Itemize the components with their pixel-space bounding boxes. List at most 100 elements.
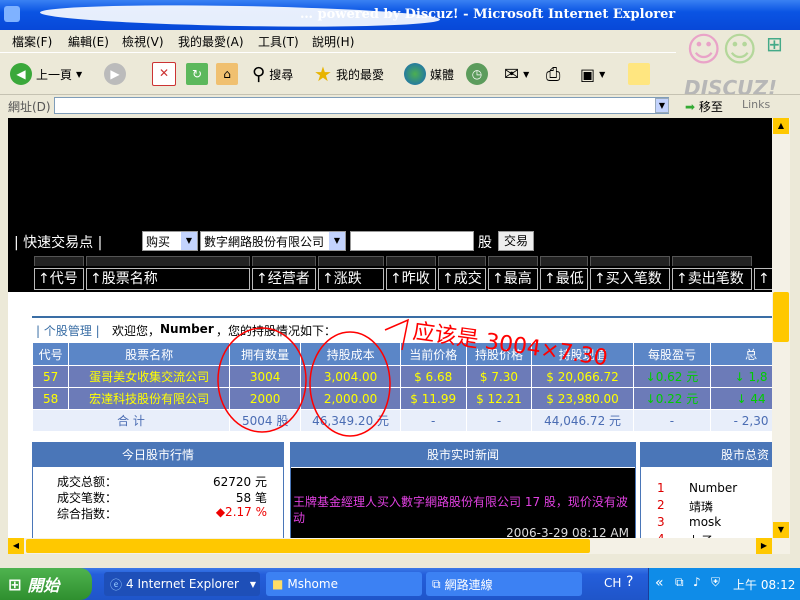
chevron-down-icon[interactable]: ▼	[655, 98, 669, 113]
quick-trade-label: | 快速交易点 |	[14, 235, 103, 251]
start-button[interactable]: ⊞ 開始	[0, 568, 92, 600]
col-change[interactable]: ↑涨跌	[318, 268, 384, 290]
menu-tools[interactable]: 工具(T)	[258, 33, 299, 50]
scroll-right-icon[interactable]: ▶	[756, 538, 772, 554]
chevron-down-icon: ▼	[523, 69, 530, 79]
menu-edit[interactable]: 編輯(E)	[68, 33, 109, 50]
search-button[interactable]: ⚲ 搜尋	[252, 61, 293, 87]
task-label: 網路連線	[444, 577, 493, 592]
col-prev-close[interactable]: ↑昨收	[386, 268, 436, 290]
network-tray-icon[interactable]: ⧉	[675, 575, 684, 590]
col-high[interactable]: ↑最高	[488, 268, 538, 290]
links-button[interactable]: Links	[742, 98, 770, 111]
go-button[interactable]: ➡ 移至	[685, 98, 723, 115]
menu-view[interactable]: 檢視(V)	[122, 33, 164, 50]
rank-name[interactable]: Number	[689, 481, 737, 495]
toolbar: ◀ 上一頁 ▼ ▶ ✕ ↻ ⌂ ⚲ 搜尋 ★ 我的最愛 媒體 ◷ ✉ ▼ ⎙ ▣ ▼	[0, 52, 676, 95]
scroll-thumb[interactable]	[26, 539, 590, 553]
menu-file[interactable]: 檔案(F)	[12, 33, 52, 50]
status-bar	[0, 554, 800, 568]
start-label: 開始	[27, 576, 60, 595]
forward-button[interactable]: ▶	[104, 61, 126, 87]
stock-select[interactable]: 數字網路股份有限公司 ▼	[200, 231, 346, 251]
help-icon[interactable]: ?	[626, 574, 633, 590]
forward-arrow-icon: ▶	[104, 63, 126, 85]
table-row[interactable]: 57 蛋哥美女收集交流公司 3004 3,004.00 $ 6.68 $ 7.3…	[31, 365, 772, 388]
scroll-up-icon[interactable]: ▲	[773, 118, 789, 134]
star-icon: ★	[314, 62, 332, 86]
cell-name[interactable]: 宏達科技股份有限公司	[68, 387, 230, 410]
col-more[interactable]: ↑	[754, 268, 772, 290]
print-button[interactable]: ⎙	[546, 61, 560, 87]
greeting-text: 欢迎您，	[112, 324, 161, 338]
total-label: 合 计	[32, 409, 230, 432]
security-icon[interactable]: ⛨	[711, 575, 720, 590]
stock-select-value: 數字網路股份有限公司	[204, 234, 325, 249]
trade-action-value: 购买	[146, 234, 171, 249]
expand-tray-icon[interactable]: «	[655, 575, 664, 591]
news-ticker: 王牌基金經理人买入數字網路股份有限公司 17 股，现价没有波动 2006-3-2…	[291, 468, 635, 538]
cell-pl-share: ↓0.22 元	[632, 387, 712, 410]
total-hold-price: -	[465, 409, 533, 432]
clock[interactable]: 上午 08:12	[733, 576, 795, 593]
chevron-down-icon: ▼	[76, 69, 83, 79]
back-button[interactable]: ◀ 上一頁 ▼	[10, 61, 82, 87]
cell-total: ↓ 44	[710, 387, 772, 410]
go-arrow-icon: ➡	[685, 100, 696, 114]
stop-button[interactable]: ✕	[152, 61, 176, 87]
home-button[interactable]: ⌂	[216, 61, 238, 87]
table-row[interactable]: 58 宏達科技股份有限公司 2000 2,000.00 $ 11.99 $ 12…	[31, 387, 772, 410]
task-internet-explorer[interactable]: ⓔ 4 Internet Explorer ▼	[104, 572, 260, 596]
volume-icon[interactable]: ♪	[693, 575, 701, 589]
mail-button[interactable]: ✉ ▼	[504, 61, 529, 87]
menu-help[interactable]: 說明(H)	[312, 33, 354, 50]
rank-name[interactable]: 靖璘	[689, 498, 713, 515]
trade-button[interactable]: 交易	[498, 231, 534, 251]
history-button[interactable]: ◷	[466, 61, 488, 87]
home-icon: ⌂	[216, 63, 238, 85]
refresh-icon: ↻	[186, 63, 208, 85]
chevron-down-icon: ▼	[599, 69, 606, 79]
vertical-scrollbar[interactable]: ▲ ▼	[772, 118, 790, 538]
quantity-input[interactable]	[350, 231, 474, 251]
notes-button[interactable]	[628, 61, 650, 87]
summary-label: 综合指数：	[57, 507, 118, 521]
col-code[interactable]: ↑代号	[34, 268, 84, 290]
col-buy-count[interactable]: ↑买入笔数	[590, 268, 670, 290]
horizontal-scrollbar[interactable]: ◀ ▶	[8, 538, 790, 554]
media-button[interactable]: 媒體	[404, 61, 454, 87]
summary-label: 成交总额：	[57, 475, 118, 489]
scroll-left-icon[interactable]: ◀	[8, 538, 24, 554]
edit-button[interactable]: ▣ ▼	[580, 61, 605, 87]
col-deal[interactable]: ↑成交	[438, 268, 486, 290]
col-operator[interactable]: ↑经营者	[252, 268, 316, 290]
cell-name[interactable]: 蛋哥美女收集交流公司	[68, 365, 230, 388]
col-name[interactable]: ↑股票名称	[86, 268, 250, 290]
rank-name[interactable]: mosk	[689, 515, 721, 529]
cell-hold-price: $ 12.21	[465, 387, 533, 410]
trade-action-select[interactable]: 购买 ▼	[142, 231, 198, 251]
media-label: 媒體	[430, 67, 455, 82]
rank-number: 3	[657, 515, 665, 529]
language-indicator[interactable]: CH	[604, 576, 621, 590]
news-title: 股市实时新闻	[291, 443, 635, 467]
menu-favorites[interactable]: 我的最愛(A)	[178, 33, 244, 50]
scroll-down-icon[interactable]: ▼	[773, 522, 789, 538]
scroll-thumb[interactable]	[773, 292, 789, 342]
th-pl-share: 每股盈亏	[632, 342, 712, 366]
ie-icon	[4, 6, 20, 22]
network-icon: ⧉	[432, 576, 441, 591]
username[interactable]: Number	[160, 322, 214, 336]
globe-icon	[404, 63, 426, 85]
col-low[interactable]: ↑最低	[540, 268, 588, 290]
portfolio-nav[interactable]: | 个股管理 |	[36, 322, 100, 339]
favorites-label: 我的最愛	[335, 67, 384, 82]
address-input[interactable]	[54, 97, 669, 114]
task-network[interactable]: ⧉ 網路連線	[426, 572, 582, 596]
news-headline[interactable]: 王牌基金經理人买入數字網路股份有限公司 17 股，现价没有波动	[293, 494, 633, 526]
col-sell-count[interactable]: ↑卖出笔数	[672, 268, 752, 290]
th-qty: 拥有数量	[228, 342, 302, 366]
refresh-button[interactable]: ↻	[186, 61, 208, 87]
task-mshome[interactable]: ■ Mshome	[266, 572, 422, 596]
favorites-button[interactable]: ★ 我的最愛	[314, 61, 384, 87]
